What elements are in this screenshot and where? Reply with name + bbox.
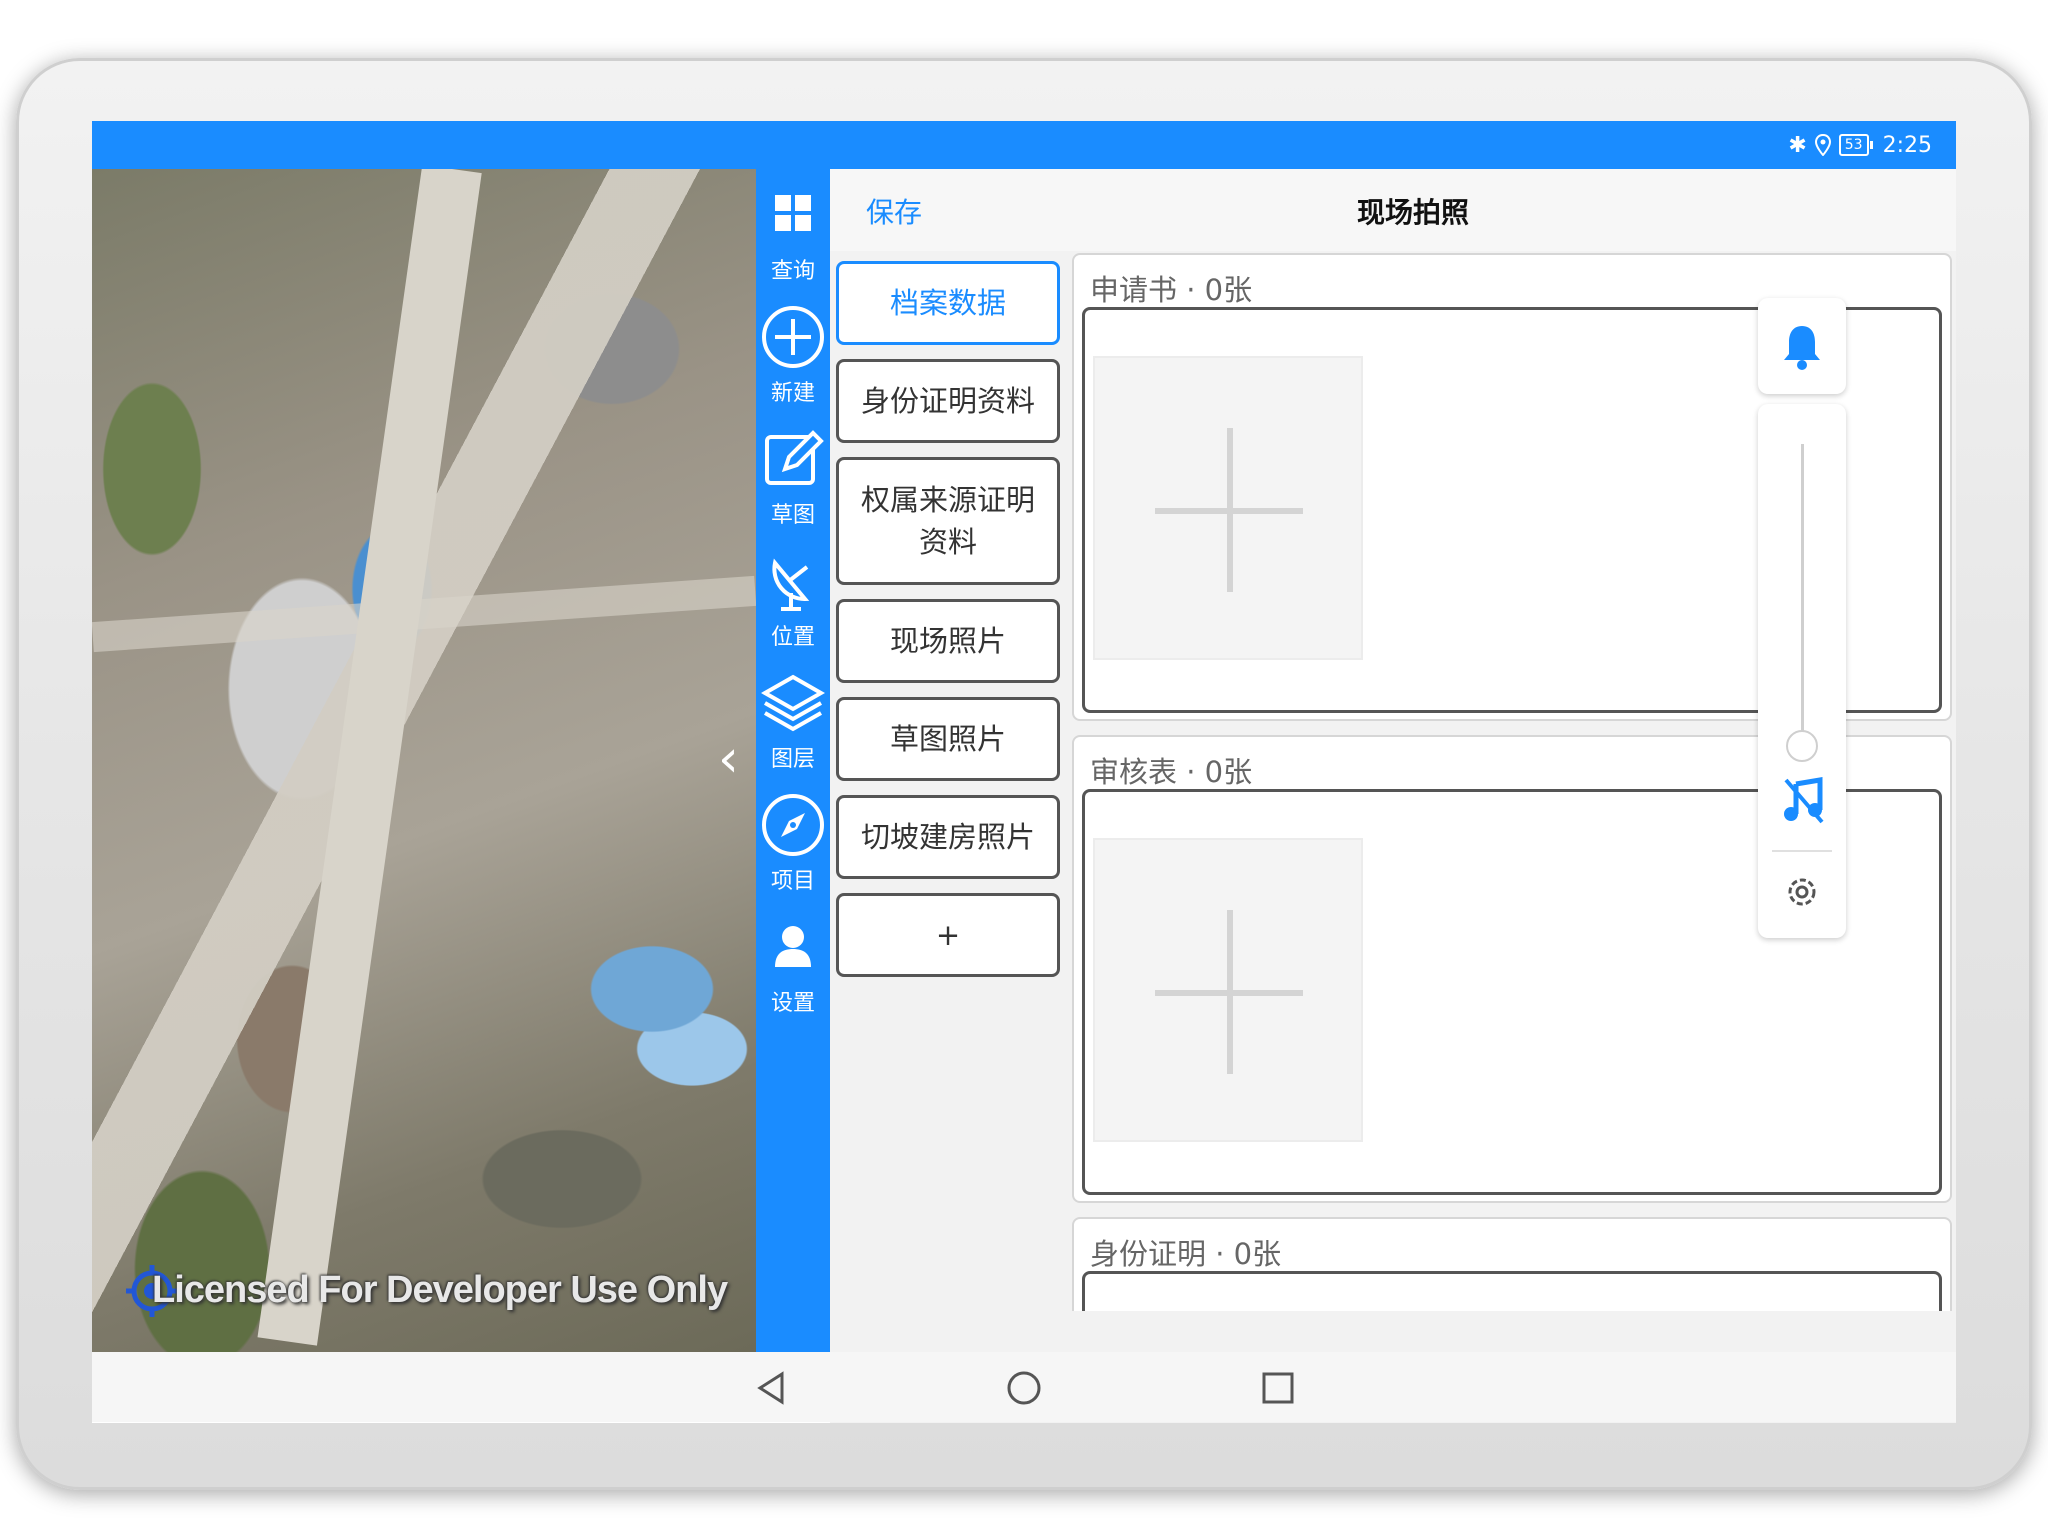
toolbar-label: 设置 xyxy=(770,991,815,1016)
location-pin-icon xyxy=(1814,134,1831,156)
volume-widget xyxy=(1758,404,1846,938)
add-photo-button[interactable] xyxy=(1093,838,1363,1142)
user-icon xyxy=(775,926,811,967)
notification-widget[interactable] xyxy=(1758,298,1846,394)
edit-icon xyxy=(765,430,824,485)
divider xyxy=(1772,850,1832,852)
panel-header: 保存 现场拍照 xyxy=(830,169,1956,251)
bluetooth-icon: ✱ xyxy=(1788,132,1807,158)
photo-grid xyxy=(1082,1271,1942,1311)
bell-icon xyxy=(1784,326,1820,370)
category-item[interactable]: 草图照片 xyxy=(836,697,1060,781)
toolbar-item-sketch[interactable]: 草图 xyxy=(756,427,830,549)
toolbar-item-settings[interactable]: 设置 xyxy=(756,915,830,1037)
recents-icon[interactable] xyxy=(1258,1368,1298,1408)
toolbar-item-new[interactable]: 新建 xyxy=(756,305,830,427)
toolbar-item-query[interactable]: 查询 xyxy=(756,183,830,305)
toolbar-item-location[interactable]: 位置 xyxy=(756,549,830,671)
category-item[interactable]: 切坡建房照片 xyxy=(836,795,1060,879)
map-road xyxy=(92,575,756,653)
category-item[interactable]: 身份证明资料 xyxy=(836,359,1060,443)
satellite-dish-icon xyxy=(772,558,810,611)
add-photo-button[interactable] xyxy=(1093,356,1363,660)
toolbar-label: 查询 xyxy=(770,259,815,284)
home-icon[interactable] xyxy=(1004,1368,1044,1408)
grid-icon xyxy=(775,195,811,231)
volume-slider-handle[interactable] xyxy=(1786,730,1818,762)
compass-icon xyxy=(762,794,824,856)
collapse-arrow-icon[interactable]: ‹ xyxy=(718,729,739,789)
category-item[interactable]: 权属来源证明资料 xyxy=(836,457,1060,585)
clock: 2:25 xyxy=(1882,132,1932,158)
page-title: 现场拍照 xyxy=(1356,196,1469,229)
toolbar-label: 位置 xyxy=(770,625,815,650)
screen: ✱ 53 2:25 Licensed For Developer Use Onl… xyxy=(92,121,1956,1423)
card-title: 审核表 · 0张 xyxy=(1090,755,1253,789)
map-watermark: Licensed For Developer Use Only xyxy=(152,1269,728,1311)
toolbar-label: 草图 xyxy=(770,503,815,528)
gear-icon[interactable] xyxy=(1782,872,1822,912)
battery-icon: 53 xyxy=(1838,134,1873,156)
back-icon[interactable] xyxy=(752,1368,792,1408)
system-nav-bar xyxy=(92,1352,1956,1422)
status-bar: ✱ 53 2:25 xyxy=(92,121,1956,169)
side-toolbar: 查询 新建 草图 位置 图层 项目 设置 xyxy=(756,169,830,1353)
category-list: 档案数据 身份证明资料 权属来源证明资料 现场照片 草图照片 切坡建房照片 + xyxy=(836,261,1062,991)
map-road xyxy=(257,169,482,1346)
toolbar-label: 图层 xyxy=(770,747,815,772)
category-item[interactable]: 档案数据 xyxy=(836,261,1060,345)
toolbar-label: 项目 xyxy=(770,869,815,894)
toolbar-item-layers[interactable]: 图层 xyxy=(756,671,830,793)
toolbar-item-project[interactable]: 项目 xyxy=(756,793,830,915)
card-title: 身份证明 · 0张 xyxy=(1090,1237,1282,1271)
photo-card: 身份证明 · 0张 xyxy=(1072,1217,1952,1311)
add-category-button[interactable]: + xyxy=(836,893,1060,977)
toolbar-label: 新建 xyxy=(770,381,815,406)
card-title: 申请书 · 0张 xyxy=(1090,273,1253,307)
volume-slider-track[interactable] xyxy=(1801,444,1804,744)
plus-circle-icon xyxy=(762,306,824,368)
layers-icon xyxy=(761,674,825,732)
music-off-icon[interactable] xyxy=(1782,776,1824,824)
category-item[interactable]: 现场照片 xyxy=(836,599,1060,683)
map-view[interactable]: Licensed For Developer Use Only ‹ xyxy=(92,169,756,1353)
